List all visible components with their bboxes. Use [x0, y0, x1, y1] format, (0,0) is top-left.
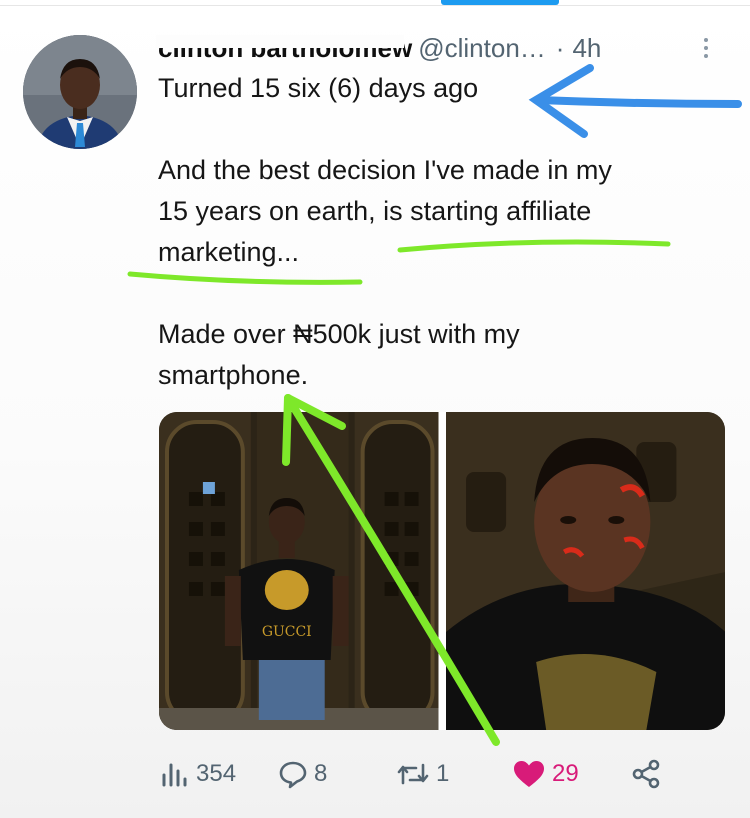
timestamp[interactable]: 4h: [572, 33, 601, 64]
repost-button[interactable]: 1: [396, 752, 449, 796]
reposts-count: 1: [436, 760, 450, 787]
tweet-line: smartphone.: [158, 360, 309, 390]
replies-count: 8: [314, 760, 328, 787]
tweet-line: Made over ₦500k just with my: [158, 319, 520, 349]
heart-icon: [514, 761, 544, 787]
avatar-image: [23, 35, 137, 149]
likes-count: 29: [552, 760, 579, 787]
selfie-photo: [445, 412, 725, 730]
shirt-text: GUCCI: [262, 624, 312, 640]
reply-icon: [279, 761, 307, 789]
analytics-icon: [162, 763, 187, 787]
separator: ·: [555, 32, 565, 63]
tweet-line: 15 years on earth, is starting affiliate: [158, 196, 592, 226]
like-button[interactable]: 29: [512, 752, 579, 796]
avatar[interactable]: [23, 35, 137, 149]
media-grid: GUCCI: [159, 412, 725, 730]
author-handle[interactable]: @clinton…: [418, 33, 546, 64]
gate-photo: GUCCI: [159, 412, 439, 730]
tweet-line: Turned 15 six (6) days ago: [158, 73, 479, 103]
divider: [0, 5, 750, 6]
author-name[interactable]: clinton bartholomew: [155, 33, 412, 64]
repost-icon: [397, 763, 429, 785]
views-count: 354: [196, 760, 237, 787]
tweet-header: clinton bartholomew @clinton… · 4h: [155, 28, 728, 68]
tweet-line: marketing...: [158, 237, 300, 267]
media-photo-2[interactable]: [445, 412, 725, 730]
media-photo-1[interactable]: GUCCI: [159, 412, 439, 730]
more-vertical-icon[interactable]: [700, 34, 712, 62]
tweet-line: And the best decision I've made in my: [158, 155, 612, 185]
tweet-actions: 354 8 1 29: [160, 752, 680, 796]
share-button[interactable]: [630, 752, 662, 796]
tweet-text: Turned 15 six (6) days ago And the best …: [158, 68, 718, 396]
views-button[interactable]: 354: [160, 752, 236, 796]
reply-button[interactable]: 8: [278, 752, 327, 796]
share-icon: [632, 759, 660, 789]
